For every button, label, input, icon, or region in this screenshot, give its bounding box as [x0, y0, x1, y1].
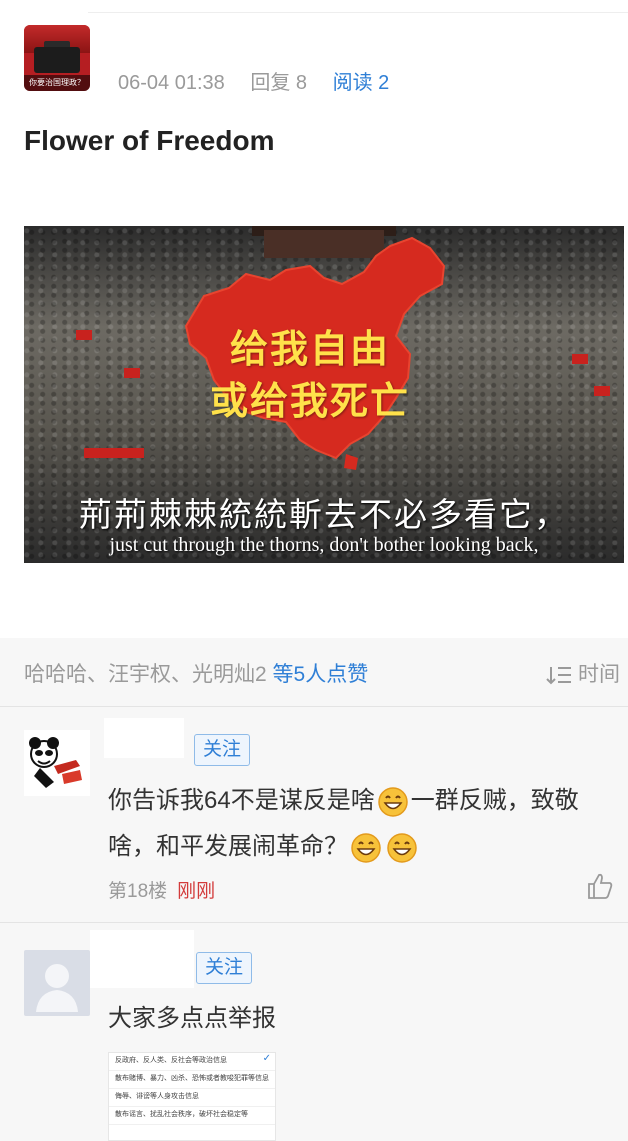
- comment-text-part1: 你告诉我64不是谋反是啥: [108, 787, 375, 814]
- report-option: 散布赌博、暴力、凶杀、恐怖或者教唆犯罪等信息: [109, 1071, 275, 1089]
- default-avatar[interactable]: [24, 950, 90, 1016]
- sort-label: 时间: [578, 663, 620, 686]
- liker-names[interactable]: 哈哈哈、汪宇权、光明灿2: [24, 663, 267, 686]
- post-header: 你要治国理政？ 06-04 01:38 回复 8 阅读 2: [24, 25, 604, 94]
- read-count: 阅读 2: [332, 72, 390, 94]
- floor-number: 第18楼: [108, 881, 168, 902]
- post-date: 06-04 01:38: [118, 72, 225, 94]
- sort-toggle[interactable]: 时间: [546, 658, 620, 688]
- map-slogan-line1: 给我自由: [230, 327, 391, 371]
- report-screenshot[interactable]: ✓ 反政府、反人类、反社会等政治信息 散布赌博、暴力、凶杀、恐怖或者教唆犯罪等信…: [108, 1052, 276, 1141]
- avatar-caption: 你要治国理政？: [24, 75, 90, 91]
- default-avatar-icon: [36, 964, 78, 1012]
- report-option: 侮辱、诽谤等人身攻击信息: [109, 1089, 275, 1107]
- comment-item: 关注 大家多点点举报: [0, 922, 628, 1141]
- like-names[interactable]: 哈哈哈、汪宇权、光明灿2 等5人点赞: [24, 658, 368, 688]
- username-redacted: [104, 718, 184, 758]
- follow-button[interactable]: 关注: [194, 734, 251, 766]
- sort-icon: [546, 667, 571, 685]
- username-redacted: [90, 930, 194, 988]
- subtitle-chinese: 荊荊棘棘統統斬去不必多看它，: [79, 495, 569, 534]
- comment-text: 大家多点点举报: [108, 1005, 276, 1032]
- reply-count[interactable]: 回复 8: [250, 72, 307, 94]
- comment-text: 你告诉我64不是谋反是啥 一群反贼，致敬啥，和平发展闹革命？: [108, 778, 608, 870]
- avatar-tank: [34, 47, 80, 73]
- grin-emoji-icon: [351, 832, 381, 863]
- panda-avatar[interactable]: [24, 730, 90, 796]
- subtitle-english: just cut through the thorns, don't bothe…: [109, 534, 539, 556]
- grin-emoji-icon: [387, 832, 417, 863]
- report-option: 散布谣言、扰乱社会秩序，破坏社会稳定等: [109, 1107, 275, 1125]
- comment-floor: 第18楼 刚刚: [108, 876, 215, 903]
- grin-emoji-icon: [377, 786, 408, 817]
- panda-avatar-icon: [29, 737, 82, 788]
- like-count[interactable]: 等5人点赞: [273, 663, 369, 686]
- post-meta: 06-04 01:38 回复 8 阅读 2: [118, 66, 409, 95]
- map-slogan-line2: 或给我死亡: [210, 379, 411, 423]
- top-divider: [88, 12, 628, 13]
- check-icon: ✓: [262, 1053, 271, 1064]
- author-avatar[interactable]: 你要治国理政？: [24, 25, 90, 91]
- comment-item: 关注 你告诉我64不是谋反是啥 一群反贼，致敬啥，和平发展闹革命？ 第18楼 刚刚: [0, 706, 628, 922]
- follow-button[interactable]: 关注: [196, 952, 253, 984]
- thumb-up-icon[interactable]: [586, 872, 614, 900]
- like-bar: 哈哈哈、汪宇权、光明灿2 等5人点赞 时间: [24, 656, 628, 690]
- post-title: Flower of Freedom: [24, 125, 275, 156]
- report-option: 反政府、反人类、反社会等政治信息: [109, 1053, 275, 1071]
- post-image[interactable]: 给我自由 或给我死亡 荊荊棘棘統統斬去不必多看它， just cut throu…: [24, 226, 624, 563]
- comment-time: 刚刚: [177, 881, 216, 902]
